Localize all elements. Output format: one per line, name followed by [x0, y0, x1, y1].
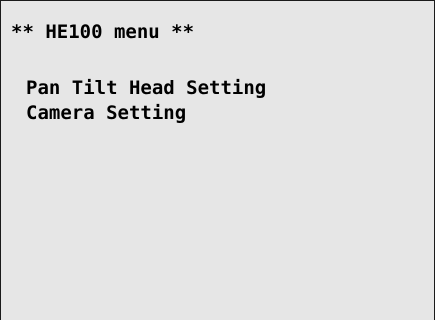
menu-item-pan-tilt-head-setting[interactable]: Pan Tilt Head Setting — [26, 76, 266, 101]
menu-title: ** HE100 menu ** — [11, 21, 195, 43]
menu-item-camera-setting[interactable]: Camera Setting — [26, 101, 266, 126]
menu-list: Pan Tilt Head Setting Camera Setting — [26, 76, 266, 126]
menu-screen: ** HE100 menu ** Pan Tilt Head Setting C… — [0, 0, 435, 320]
